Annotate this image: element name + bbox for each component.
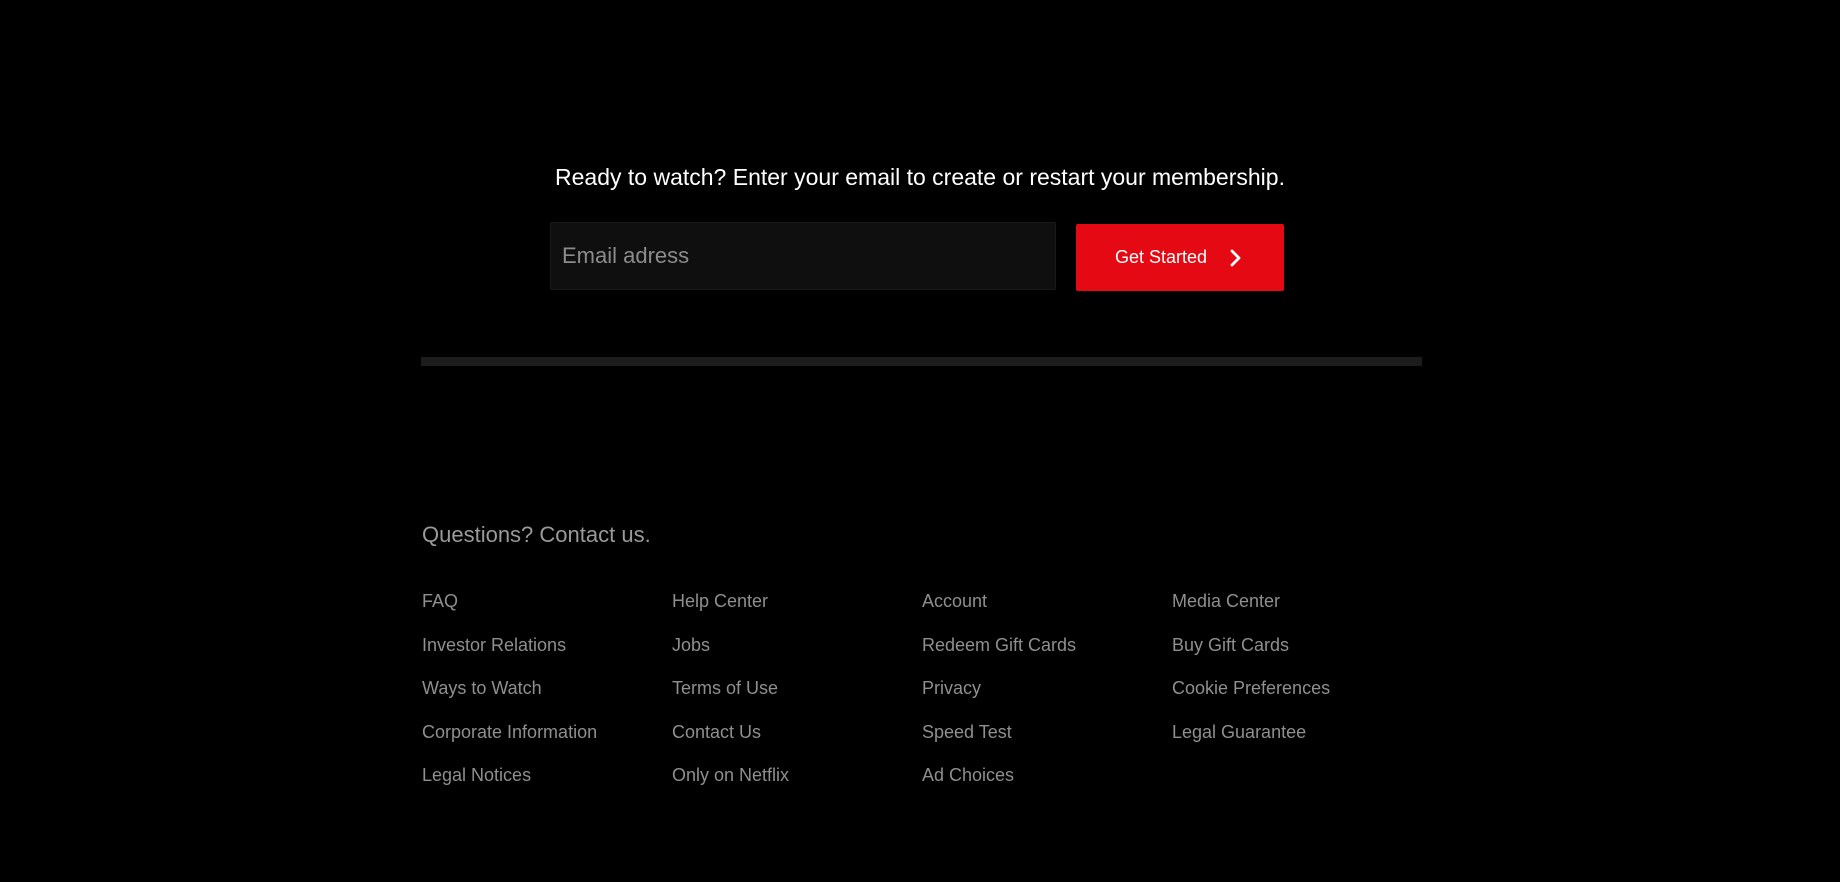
page: Ready to watch? Enter your email to crea… <box>0 0 1840 882</box>
footer-link-redeem-gift-cards[interactable]: Redeem Gift Cards <box>922 634 1172 656</box>
footer-link-cookie-preferences[interactable]: Cookie Preferences <box>1172 677 1422 699</box>
footer-link-terms-of-use[interactable]: Terms of Use <box>672 677 922 699</box>
email-signup-form: Get Started <box>550 222 1284 292</box>
footer-column: Account Redeem Gift Cards Privacy Speed … <box>922 590 1172 808</box>
get-started-button[interactable]: Get Started <box>1076 224 1284 291</box>
get-started-label: Get Started <box>1114 247 1208 267</box>
footer-column: Media Center Buy Gift Cards Cookie Prefe… <box>1172 590 1422 808</box>
footer-link-only-on-netflix[interactable]: Only on Netflix <box>672 764 922 786</box>
footer-link-legal-notices[interactable]: Legal Notices <box>422 764 672 786</box>
footer-link-ad-choices[interactable]: Ad Choices <box>922 764 1172 786</box>
footer-link-jobs[interactable]: Jobs <box>672 634 922 656</box>
section-divider <box>421 357 1422 366</box>
footer-link-speed-test[interactable]: Speed Test <box>922 721 1172 743</box>
footer-link-faq[interactable]: FAQ <box>422 590 672 612</box>
footer-link-ways-to-watch[interactable]: Ways to Watch <box>422 677 672 699</box>
chevron-right-icon <box>1225 248 1245 268</box>
footer-link-contact-us[interactable]: Contact Us <box>672 721 922 743</box>
footer-link-help-center[interactable]: Help Center <box>672 590 922 612</box>
footer-link-buy-gift-cards[interactable]: Buy Gift Cards <box>1172 634 1422 656</box>
footer-link-media-center[interactable]: Media Center <box>1172 590 1422 612</box>
footer-link-legal-guarantee[interactable]: Legal Guarantee <box>1172 721 1422 743</box>
footer-link-investor-relations[interactable]: Investor Relations <box>422 634 672 656</box>
footer-link-corporate-information[interactable]: Corporate Information <box>422 721 672 743</box>
cta-heading: Ready to watch? Enter your email to crea… <box>555 164 1285 190</box>
contact-us-link[interactable]: Questions? Contact us. <box>422 520 651 550</box>
footer-link-account[interactable]: Account <box>922 590 1172 612</box>
footer-links: FAQ Investor Relations Ways to Watch Cor… <box>422 590 1422 808</box>
footer-link-privacy[interactable]: Privacy <box>922 677 1172 699</box>
email-input[interactable] <box>550 222 1056 290</box>
footer-column: FAQ Investor Relations Ways to Watch Cor… <box>422 590 672 808</box>
footer-column: Help Center Jobs Terms of Use Contact Us… <box>672 590 922 808</box>
